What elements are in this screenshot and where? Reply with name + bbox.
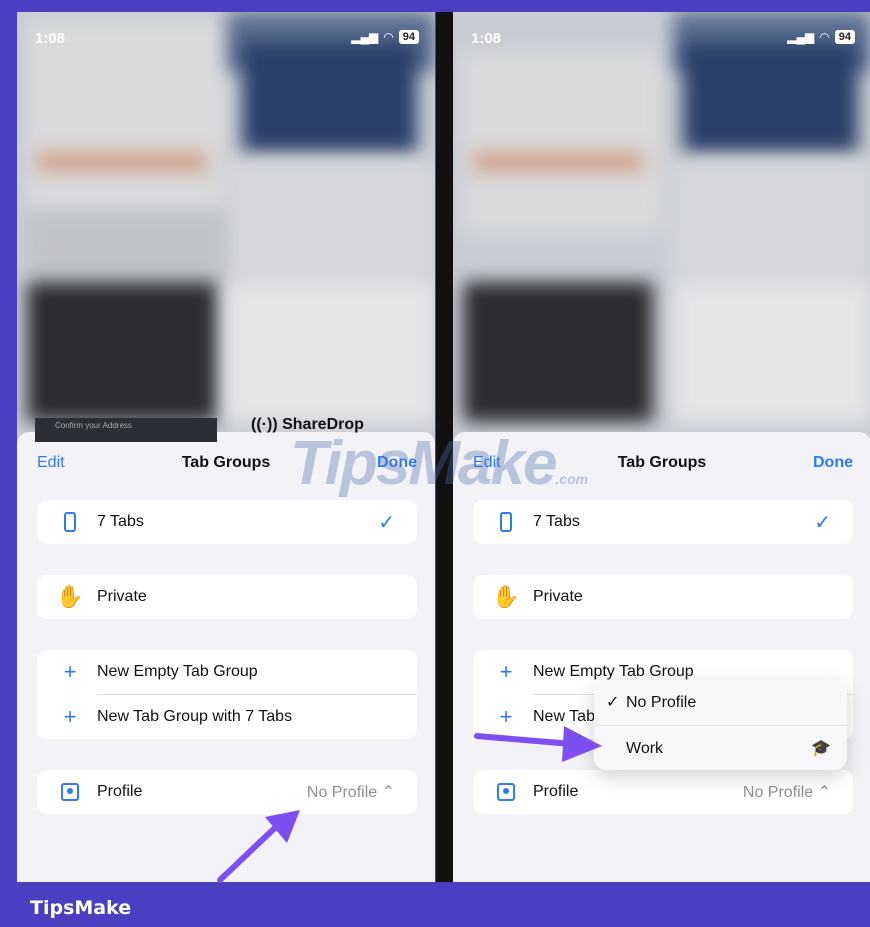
wifi-icon: ◠	[819, 30, 830, 44]
profile-label: Profile	[533, 783, 579, 800]
private-card: ✋ Private	[473, 575, 853, 619]
status-icons: ▂▄▆ ◠ 94	[787, 30, 855, 44]
chevron-updown-icon: ⌃	[381, 784, 395, 801]
plus-icon: +	[63, 704, 77, 729]
profile-value[interactable]: No Profile ⌃	[743, 782, 831, 802]
new-tab-group-with-tabs-item[interactable]: + New Tab Group with 7 Tabs	[37, 695, 417, 739]
arrow-icon	[474, 726, 602, 762]
blurred-tabs-background	[453, 12, 870, 442]
private-item[interactable]: ✋ Private	[37, 575, 417, 619]
menu-item-no-profile[interactable]: ✓ No Profile	[594, 680, 847, 725]
signal-icon: ▂▄▆	[351, 30, 379, 44]
profile-card: Profile No Profile ⌃	[473, 770, 853, 814]
phone-icon	[59, 510, 81, 534]
checkmark-icon: ✓	[814, 512, 831, 534]
new-empty-tab-group-item[interactable]: + New Empty Tab Group	[37, 650, 417, 694]
arrow-icon	[217, 810, 300, 883]
broadcast-icon: ((·))	[251, 416, 278, 433]
watermark: TipsMake.com	[290, 429, 589, 498]
battery-indicator: 94	[834, 30, 855, 44]
brand-name: TipsMake	[30, 897, 132, 919]
profile-label: Profile	[97, 783, 143, 800]
tab-group-item[interactable]: 7 Tabs ✓	[37, 500, 417, 544]
tab-group-card: 7 Tabs ✓	[473, 500, 853, 544]
phone-icon	[495, 510, 517, 534]
ad-banner: Confirm your Address	[35, 418, 217, 442]
blurred-tabs-background	[17, 12, 435, 442]
tab-group-card: 7 Tabs ✓	[37, 500, 417, 544]
top-border	[0, 0, 870, 12]
wifi-icon: ◠	[383, 30, 394, 44]
menu-item-label: Work	[626, 739, 664, 757]
checkmark-icon: ✓	[378, 512, 395, 534]
profile-item[interactable]: Profile No Profile ⌃	[473, 770, 853, 814]
status-icons: ▂▄▆ ◠ 94	[351, 30, 419, 44]
menu-item-label: No Profile	[626, 693, 697, 711]
new-tab-group-with-tabs-label: New Tab Group with 7 Tabs	[97, 708, 293, 725]
profile-menu: ✓ No Profile Work 🎓	[594, 680, 847, 770]
private-card: ✋ Private	[37, 575, 417, 619]
battery-indicator: 94	[398, 30, 419, 44]
menu-item-work[interactable]: Work 🎓	[594, 726, 847, 771]
profile-value[interactable]: No Profile ⌃	[307, 782, 395, 802]
chevron-updown-icon: ⌃	[817, 784, 831, 801]
private-label: Private	[533, 588, 583, 605]
profile-icon	[495, 780, 517, 804]
hand-icon: ✋	[56, 584, 84, 609]
tab-groups-sheet: Edit Tab Groups Done 7 Tabs ✓ ✋ Private …	[453, 432, 870, 882]
new-empty-tab-group-label: New Empty Tab Group	[533, 663, 694, 680]
status-time: 1:08	[471, 30, 502, 47]
private-item[interactable]: ✋ Private	[473, 575, 853, 619]
checkmark-icon: ✓	[606, 694, 620, 711]
new-group-card: + New Empty Tab Group + New Tab Group wi…	[37, 650, 417, 739]
status-time: 1:08	[35, 30, 66, 47]
tab-group-item[interactable]: 7 Tabs ✓	[473, 500, 853, 544]
new-empty-tab-group-label: New Empty Tab Group	[97, 663, 258, 680]
signal-icon: ▂▄▆	[787, 30, 815, 44]
plus-icon: +	[63, 659, 77, 684]
graduation-cap-icon: 🎓	[811, 740, 831, 757]
plus-icon: +	[499, 659, 513, 684]
tab-group-label: 7 Tabs	[533, 513, 580, 530]
left-border	[0, 12, 17, 882]
private-label: Private	[97, 588, 147, 605]
done-button[interactable]: Done	[813, 454, 853, 472]
hand-icon: ✋	[492, 584, 520, 609]
tab-group-label: 7 Tabs	[97, 513, 144, 530]
profile-icon	[59, 780, 81, 804]
